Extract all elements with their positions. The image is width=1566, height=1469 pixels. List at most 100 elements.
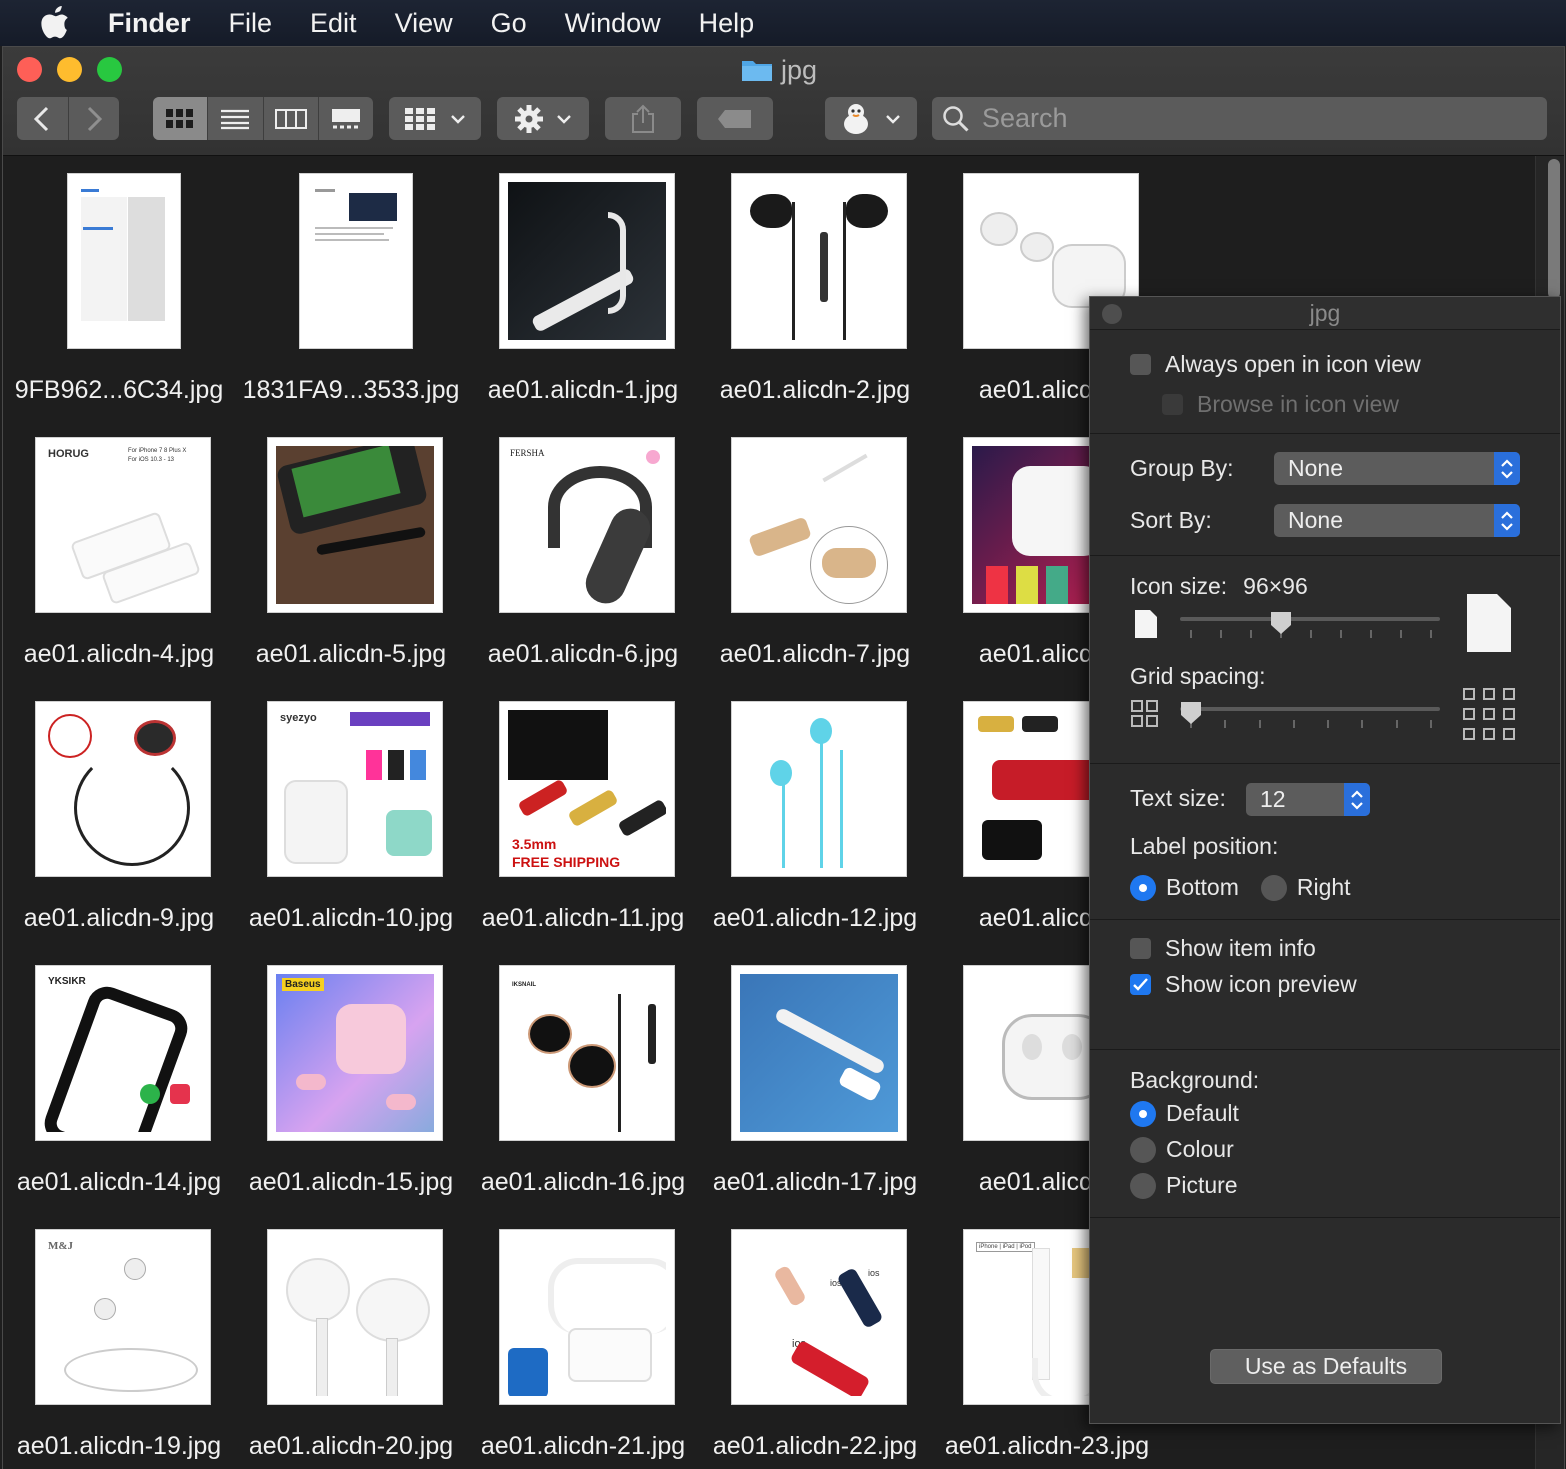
text-size-popup[interactable]: 12 [1246, 783, 1370, 816]
tag-button[interactable] [697, 97, 773, 140]
file-item[interactable]: ae01.alicdn-2.jpg [699, 156, 931, 420]
file-item[interactable]: ae01.alicdn-17.jpg [699, 948, 931, 1212]
show-item-info-checkbox[interactable] [1130, 938, 1151, 959]
file-item[interactable]: ae01.alicdn-9.jpg [3, 684, 235, 948]
zoom-window-button[interactable] [97, 57, 122, 82]
file-thumbnail[interactable]: iosiosios [731, 1229, 907, 1405]
file-thumbnail[interactable] [731, 965, 907, 1141]
menu-edit[interactable]: Edit [310, 8, 357, 39]
file-thumbnail[interactable] [267, 437, 443, 613]
sort-by-label: Sort By: [1130, 507, 1212, 533]
close-window-button[interactable] [17, 57, 42, 82]
file-item[interactable]: ae01.alicdn-12.jpg [699, 684, 931, 948]
menu-finder[interactable]: Finder [108, 8, 191, 39]
icon-size-slider-knob[interactable] [1270, 611, 1292, 635]
background-default-radio[interactable] [1130, 1100, 1156, 1127]
grid-spacing-slider[interactable] [1180, 707, 1440, 711]
back-button[interactable] [17, 97, 69, 140]
menu-file[interactable]: File [229, 8, 273, 39]
file-thumbnail[interactable]: FERSHA [499, 437, 675, 613]
file-thumbnail[interactable] [267, 1229, 443, 1405]
file-thumbnail[interactable]: 3.5mm FREE SHIPPING [499, 701, 675, 877]
file-item[interactable]: 3.5mm FREE SHIPPING ae01.alicdn-11.jpg [467, 684, 699, 948]
file-item[interactable]: iosiosios ae01.alicdn-22.jpg [699, 1212, 931, 1469]
file-thumbnail[interactable] [731, 437, 907, 613]
action-button[interactable] [497, 97, 589, 140]
label-bottom-radio[interactable] [1130, 874, 1156, 901]
file-item[interactable]: YKSIKR ae01.alicdn-14.jpg [3, 948, 235, 1212]
file-item[interactable]: ae01.alicdn-1.jpg [467, 156, 699, 420]
search-field[interactable] [932, 97, 1547, 140]
group-icon [405, 107, 435, 130]
background-picture-radio[interactable] [1130, 1172, 1156, 1199]
background-colour-radio[interactable] [1130, 1136, 1156, 1163]
menu-view[interactable]: View [395, 8, 453, 39]
show-icon-preview-label: Show icon preview [1165, 971, 1357, 997]
file-thumbnail[interactable]: M&J [35, 1229, 211, 1405]
menu-help[interactable]: Help [699, 8, 755, 39]
file-item[interactable]: syezyo ae01.alicdn-10.jpg [235, 684, 467, 948]
share-button[interactable] [605, 97, 681, 140]
file-item[interactable]: 9FB962...6C34.jpg [3, 156, 235, 420]
file-item[interactable]: M&J ae01.alicdn-19.jpg [3, 1212, 235, 1469]
file-thumbnail[interactable]: Baseus [267, 965, 443, 1141]
list-view-button[interactable] [208, 97, 264, 140]
thumbnail-image [740, 182, 898, 340]
file-thumbnail[interactable] [499, 1229, 675, 1405]
file-item[interactable]: Baseus ae01.alicdn-15.jpg [235, 948, 467, 1212]
use-as-defaults-button[interactable]: Use as Defaults [1210, 1349, 1442, 1384]
show-icon-preview-checkbox[interactable] [1130, 974, 1151, 995]
icon-size-row: Icon size: 96×96 [1130, 573, 1308, 600]
file-thumbnail[interactable]: IKSNAIL [499, 965, 675, 1141]
file-thumbnail[interactable] [67, 173, 181, 349]
apple-logo-icon[interactable] [38, 6, 72, 40]
file-item[interactable]: ae01.alicdn-7.jpg [699, 420, 931, 684]
icon-size-slider[interactable] [1180, 617, 1440, 621]
file-thumbnail[interactable] [299, 173, 413, 349]
profile-button[interactable] [825, 97, 917, 140]
large-document-icon [1467, 594, 1511, 652]
label-right-radio[interactable] [1260, 874, 1287, 901]
file-thumbnail[interactable]: HORUG For iPhone 7 8 Plus X For iOS 10.3 -… [35, 437, 211, 613]
file-item[interactable]: IKSNAIL ae01.alicdn-16.jpg [467, 948, 699, 1212]
slider-tick [1430, 630, 1432, 638]
group-button[interactable] [389, 97, 481, 140]
background-picture-row[interactable]: Picture [1130, 1172, 1238, 1199]
always-open-icon-view-checkbox[interactable] [1130, 354, 1151, 375]
file-thumbnail[interactable] [499, 173, 675, 349]
file-thumbnail[interactable] [35, 701, 211, 877]
icon-view-button[interactable] [153, 97, 209, 140]
minimize-window-button[interactable] [57, 57, 82, 82]
forward-button[interactable] [69, 97, 120, 140]
thumbnail-image [276, 1238, 434, 1396]
sort-by-popup[interactable]: None [1274, 504, 1520, 537]
vertical-scrollbar[interactable] [1548, 159, 1560, 299]
group-by-popup[interactable]: None [1274, 452, 1520, 485]
gallery-view-button[interactable] [319, 97, 373, 140]
show-item-info-row[interactable]: Show item info [1130, 935, 1316, 962]
file-item[interactable]: ae01.alicdn-5.jpg [235, 420, 467, 684]
slider-tick [1361, 720, 1364, 728]
file-item[interactable]: ae01.alicdn-21.jpg [467, 1212, 699, 1469]
menu-window[interactable]: Window [565, 8, 661, 39]
thumbnail-image: IKSNAIL [508, 974, 666, 1132]
background-default-row[interactable]: Default [1130, 1100, 1239, 1127]
file-item[interactable]: ae01.alicdn-20.jpg [235, 1212, 467, 1469]
show-icon-preview-row[interactable]: Show icon preview [1130, 971, 1357, 998]
file-thumbnail[interactable]: YKSIKR [35, 965, 211, 1141]
file-thumbnail[interactable] [731, 701, 907, 877]
grid-spacing-slider-knob[interactable] [1180, 701, 1202, 725]
file-item[interactable]: HORUG For iPhone 7 8 Plus X For iOS 10.3 -… [3, 420, 235, 684]
menu-go[interactable]: Go [491, 8, 527, 39]
file-thumbnail[interactable] [731, 173, 907, 349]
always-open-icon-view-row[interactable]: Always open in icon view [1130, 351, 1421, 378]
background-colour-row[interactable]: Colour [1130, 1136, 1234, 1163]
thumbnail-image [508, 182, 666, 340]
file-item[interactable]: FERSHA ae01.alicdn-6.jpg [467, 420, 699, 684]
column-view-button[interactable] [264, 97, 319, 140]
file-name-label: 1831FA9...3533.jpg [242, 376, 460, 404]
panel-close-button[interactable] [1102, 304, 1122, 324]
file-thumbnail[interactable]: syezyo [267, 701, 443, 877]
search-input[interactable] [980, 102, 1524, 135]
file-item[interactable]: 1831FA9...3533.jpg [235, 156, 467, 420]
